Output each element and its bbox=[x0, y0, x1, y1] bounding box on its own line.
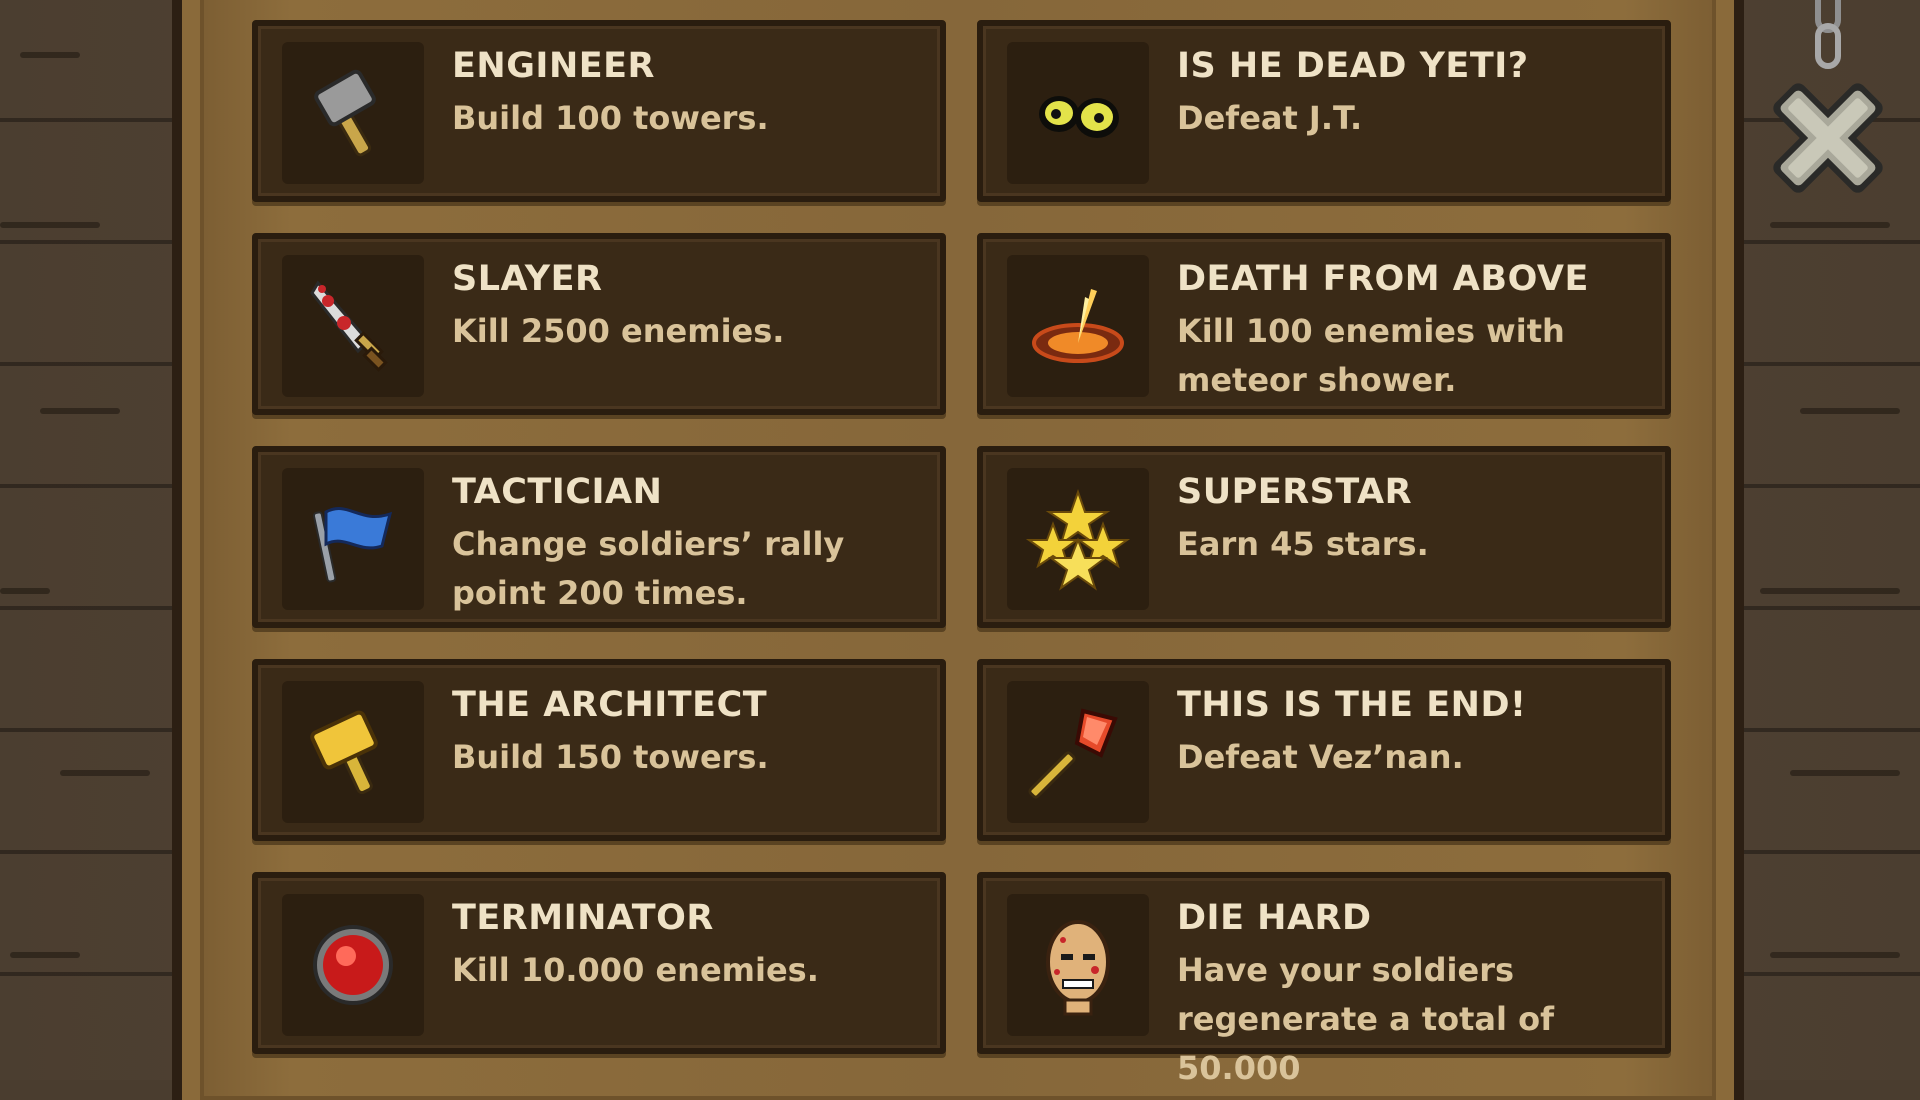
achievement-title: THIS IS THE END! bbox=[1177, 685, 1527, 725]
achievement-card[interactable]: THIS IS THE END! Defeat Vez’nan. bbox=[977, 659, 1671, 841]
achievement-description: Kill 10.000 enemies. bbox=[452, 951, 819, 989]
glowing-eyes-icon bbox=[1039, 96, 1119, 138]
achievement-title: TERMINATOR bbox=[452, 898, 714, 938]
achievement-description: Defeat J.T. bbox=[1177, 99, 1363, 137]
achievement-card[interactable]: THE ARCHITECT Build 150 towers. bbox=[252, 659, 946, 841]
achievement-title: SUPERSTAR bbox=[1177, 472, 1413, 512]
achievement-icon-frame bbox=[282, 468, 424, 610]
achievement-description: Kill 100 enemies with meteor shower. bbox=[1177, 312, 1565, 399]
achievement-card[interactable]: SUPERSTAR Earn 45 stars. bbox=[977, 446, 1671, 628]
achievement-icon-frame bbox=[1007, 468, 1149, 610]
achievement-card[interactable]: DIE HARD Have your soldiers regenerate a … bbox=[977, 872, 1671, 1087]
achievement-description: Have your soldiers regenerate a total of… bbox=[1177, 951, 1555, 1087]
staff-gem-icon bbox=[1028, 708, 1118, 799]
bloody-sword-icon bbox=[310, 280, 388, 372]
achievement-title: DEATH FROM ABOVE bbox=[1177, 259, 1589, 299]
achievement-icon-frame bbox=[282, 255, 424, 397]
achievement-title: IS HE DEAD YETI? bbox=[1177, 46, 1529, 86]
achievement-icon-frame bbox=[282, 894, 424, 1036]
achievement-icon-frame bbox=[282, 681, 424, 823]
achievement-icon-frame bbox=[1007, 42, 1149, 184]
golden-hammer-icon bbox=[310, 710, 378, 795]
meteor-crater-icon bbox=[1032, 289, 1124, 363]
achievement-title: TACTICIAN bbox=[452, 472, 663, 512]
achievement-description: Build 100 towers. bbox=[452, 99, 769, 137]
achievement-icon-frame bbox=[1007, 894, 1149, 1036]
achievement-description: Build 150 towers. bbox=[452, 738, 769, 776]
achievement-title: DIE HARD bbox=[1177, 898, 1372, 938]
achievement-title: ENGINEER bbox=[452, 46, 656, 86]
achievement-title: THE ARCHITECT bbox=[452, 685, 768, 725]
achievement-icon-frame bbox=[1007, 681, 1149, 823]
achievement-icon-frame bbox=[1007, 255, 1149, 397]
achievement-title: SLAYER bbox=[452, 259, 603, 299]
achievement-card[interactable]: ENGINEER Build 100 towers. bbox=[252, 20, 946, 202]
stars-icon bbox=[1025, 488, 1131, 591]
achievement-card[interactable]: TACTICIAN Change soldiers’ rally point 20… bbox=[252, 446, 946, 628]
achievement-description: Change soldiers’ rally point 200 times. bbox=[452, 525, 845, 612]
achievement-description: Kill 2500 enemies. bbox=[452, 312, 785, 350]
close-button[interactable] bbox=[1758, 48, 1898, 208]
achievement-card[interactable]: IS HE DEAD YETI? Defeat J.T. bbox=[977, 20, 1671, 202]
close-x-icon bbox=[1773, 83, 1883, 193]
achievement-description: Earn 45 stars. bbox=[1177, 525, 1429, 563]
bald-soldier-head-icon bbox=[1046, 920, 1110, 1016]
achievement-card[interactable]: SLAYER Kill 2500 enemies. bbox=[252, 233, 946, 415]
achievement-card[interactable]: TERMINATOR Kill 10.000 enemies. bbox=[252, 872, 946, 1054]
achievement-icon-frame bbox=[282, 42, 424, 184]
red-orb-icon bbox=[313, 925, 393, 1005]
rally-flag-icon bbox=[312, 507, 393, 583]
achievement-description: Defeat Vez’nan. bbox=[1177, 738, 1464, 776]
hammer-icon bbox=[314, 69, 376, 157]
achievement-card[interactable]: DEATH FROM ABOVE Kill 100 enemies with me… bbox=[977, 233, 1671, 415]
